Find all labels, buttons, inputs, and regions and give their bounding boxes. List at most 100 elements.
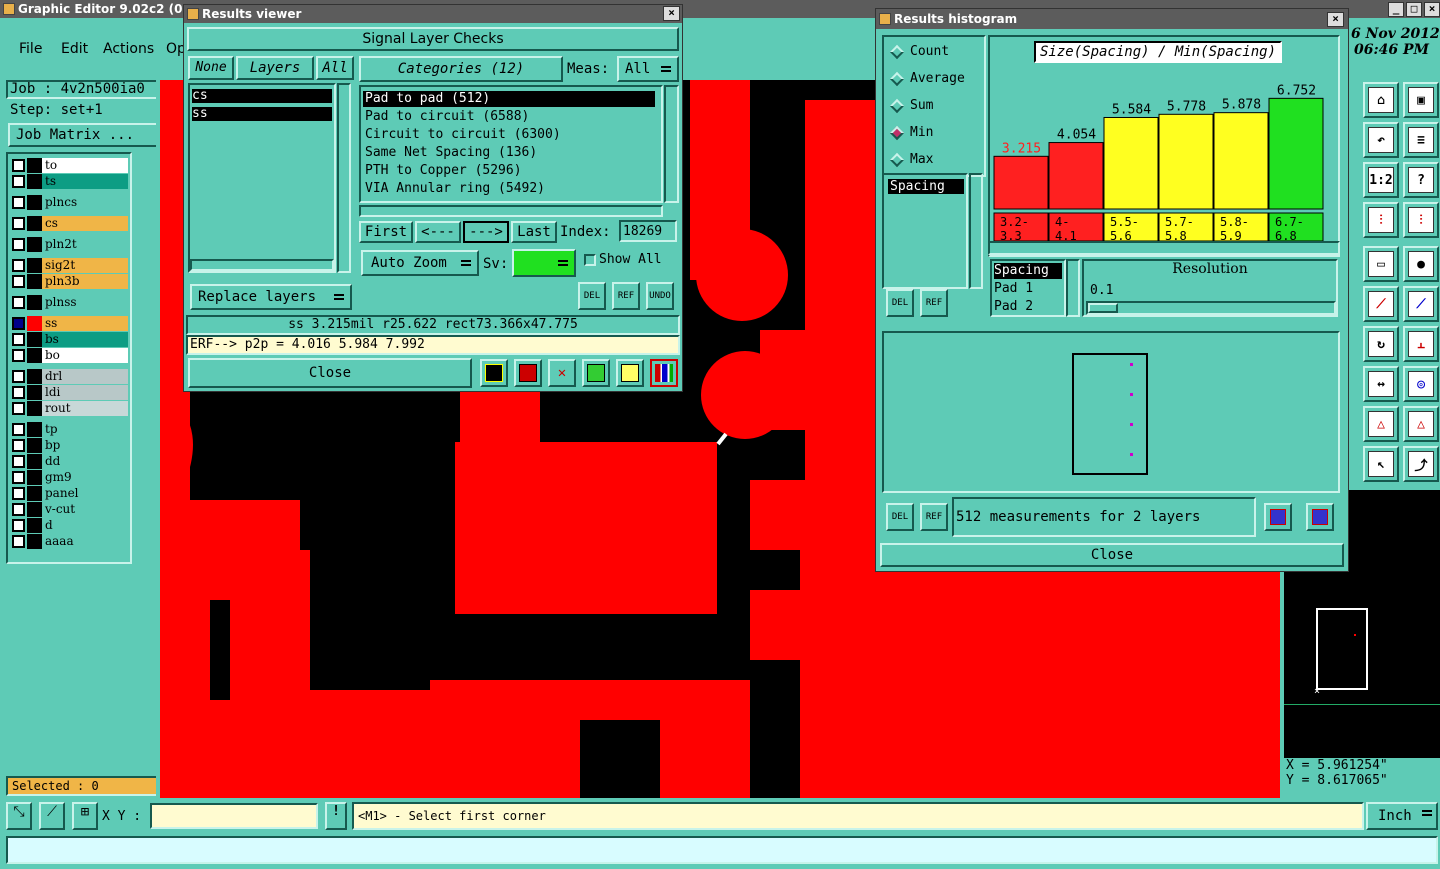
layer-row-dd[interactable]: dd — [12, 454, 128, 469]
histogram-bar[interactable] — [1103, 116, 1159, 210]
layer-checkbox[interactable] — [12, 217, 25, 230]
rv-tool-2[interactable] — [514, 359, 542, 387]
mode-option-average[interactable]: Average — [888, 70, 984, 90]
categories-button[interactable]: Categories (12) — [359, 56, 563, 82]
tool-line-b[interactable]: ⟋ — [1403, 286, 1439, 322]
layer-checkbox[interactable] — [12, 535, 25, 548]
layer-row-panel[interactable]: panel — [12, 486, 128, 501]
category-hscroll[interactable] — [359, 205, 663, 217]
layer-row-plnss[interactable]: plnss — [12, 295, 128, 310]
tool-angle[interactable]: △ — [1363, 406, 1399, 442]
layer-checkbox[interactable] — [12, 423, 25, 436]
layer-checkbox[interactable] — [12, 519, 25, 532]
rv-tool-1[interactable] — [480, 359, 508, 387]
rv-undo-button[interactable]: UNDO — [646, 282, 674, 310]
category-item[interactable]: Same Net Spacing (136) — [363, 145, 655, 161]
rv-tab-all[interactable]: All — [316, 56, 354, 80]
category-item[interactable]: VIA Annular ring (5492) — [363, 181, 655, 197]
layer-row-ldi[interactable]: ldi — [12, 385, 128, 400]
spacing-item[interactable]: Pad 1 — [994, 281, 1062, 297]
xy-input[interactable] — [150, 803, 318, 829]
menu-edit[interactable]: Edit — [61, 41, 88, 57]
layer-checkbox[interactable] — [12, 487, 25, 500]
layer-row-bo[interactable]: bo — [12, 348, 128, 363]
measurement-item[interactable]: Spacing — [888, 179, 964, 194]
category-vscroll[interactable] — [664, 85, 679, 203]
rv-tool-6[interactable] — [650, 359, 678, 387]
spacing-vscroll[interactable] — [1066, 259, 1080, 317]
rh-close-button[interactable]: Close — [880, 543, 1344, 567]
spacing-item[interactable]: Spacing — [994, 263, 1062, 279]
measurement-vscroll[interactable] — [969, 173, 983, 289]
histogram-bar[interactable] — [993, 155, 1049, 210]
rv-close-icon[interactable]: × — [663, 6, 680, 21]
layer-checkbox[interactable] — [12, 275, 25, 288]
layer-row-drl[interactable]: drl — [12, 369, 128, 384]
tool-select[interactable]: ↖ — [1363, 446, 1399, 482]
layer-row-plncs[interactable]: plncs — [12, 195, 128, 210]
rv-close-button[interactable]: Close — [188, 358, 472, 388]
tool-layers-b[interactable]: ⫶ — [1403, 202, 1439, 238]
layer-row-v-cut[interactable]: v-cut — [12, 502, 128, 517]
rv-layer-vscroll[interactable] — [337, 83, 351, 273]
tool-home[interactable]: ⌂ — [1363, 82, 1399, 118]
tool-help[interactable]: ? — [1403, 162, 1439, 198]
last-button[interactable]: Last — [511, 221, 557, 243]
rv-del-button[interactable]: DEL — [578, 282, 606, 310]
tool-scale[interactable]: 1:2 — [1363, 162, 1399, 198]
zoom-fit-button[interactable]: ⤡ — [6, 802, 32, 830]
mode-option-sum[interactable]: Sum — [888, 97, 984, 117]
histogram-bar[interactable] — [1268, 97, 1324, 210]
layer-row-cs[interactable]: cs — [12, 216, 128, 231]
mode-option-count[interactable]: Count — [888, 43, 984, 63]
radio-icon[interactable] — [889, 98, 905, 114]
tool-redo[interactable]: ↶ — [1363, 122, 1399, 158]
layer-checkbox[interactable] — [12, 503, 25, 516]
tool-flip[interactable]: ⫠ — [1403, 326, 1439, 362]
layer-row-pln3b[interactable]: pln3b — [12, 274, 128, 289]
layer-checkbox[interactable] — [12, 386, 25, 399]
index-input[interactable] — [619, 220, 677, 242]
rh-ref-left[interactable]: REF — [920, 289, 948, 317]
layer-row-tp[interactable]: tp — [12, 422, 128, 437]
meas-select[interactable]: All — [617, 56, 679, 82]
tool-arc[interactable]: ↻ — [1363, 326, 1399, 362]
layer-row-rout[interactable]: rout — [12, 401, 128, 416]
radio-icon[interactable] — [889, 152, 905, 168]
sv-color-select[interactable] — [512, 249, 576, 277]
rv-tab-none[interactable]: None — [188, 56, 234, 80]
layer-checkbox[interactable] — [12, 349, 25, 362]
layer-checkbox[interactable] — [12, 296, 25, 309]
rh-close-icon[interactable]: × — [1327, 12, 1344, 27]
units-select[interactable]: Inch — [1366, 802, 1438, 830]
rv-layer-item[interactable]: ss — [192, 107, 332, 121]
radio-icon[interactable] — [889, 125, 905, 141]
layer-checkbox[interactable] — [12, 238, 25, 251]
rv-ref-button[interactable]: REF — [612, 282, 640, 310]
chart-hscroll[interactable] — [988, 241, 1340, 255]
layer-row-bs[interactable]: bs — [12, 332, 128, 347]
job-matrix-button[interactable]: Job Matrix ... — [8, 123, 158, 147]
maximize-icon[interactable]: □ — [1406, 2, 1422, 17]
layer-checkbox[interactable] — [12, 259, 25, 272]
category-item[interactable]: PTH to Copper (5296) — [363, 163, 655, 179]
layer-checkbox[interactable] — [12, 175, 25, 188]
tool-route[interactable]: ⤴ — [1403, 446, 1439, 482]
spacing-item[interactable]: Pad 2 — [994, 299, 1062, 315]
layer-checkbox[interactable] — [12, 439, 25, 452]
layer-row-ts[interactable]: ts — [12, 174, 128, 189]
layer-checkbox[interactable] — [12, 159, 25, 172]
radio-icon[interactable] — [889, 71, 905, 87]
rv-tool-4[interactable] — [582, 359, 610, 387]
layer-checkbox[interactable] — [12, 471, 25, 484]
category-item[interactable]: Circuit to circuit (6300) — [363, 127, 655, 143]
histogram-bar[interactable] — [1158, 113, 1214, 210]
category-item[interactable]: Pad to pad (512) — [363, 91, 655, 107]
zoom-area-button[interactable]: ⟋ — [39, 802, 65, 830]
rv-layer-item[interactable]: cs — [192, 89, 332, 103]
layer-row-aaaa[interactable]: aaaa — [12, 534, 128, 549]
layer-row-bp[interactable]: bp — [12, 438, 128, 453]
rh-del-button[interactable]: DEL — [886, 503, 914, 531]
layer-checkbox[interactable] — [12, 370, 25, 383]
menu-actions[interactable]: Actions — [103, 41, 154, 57]
